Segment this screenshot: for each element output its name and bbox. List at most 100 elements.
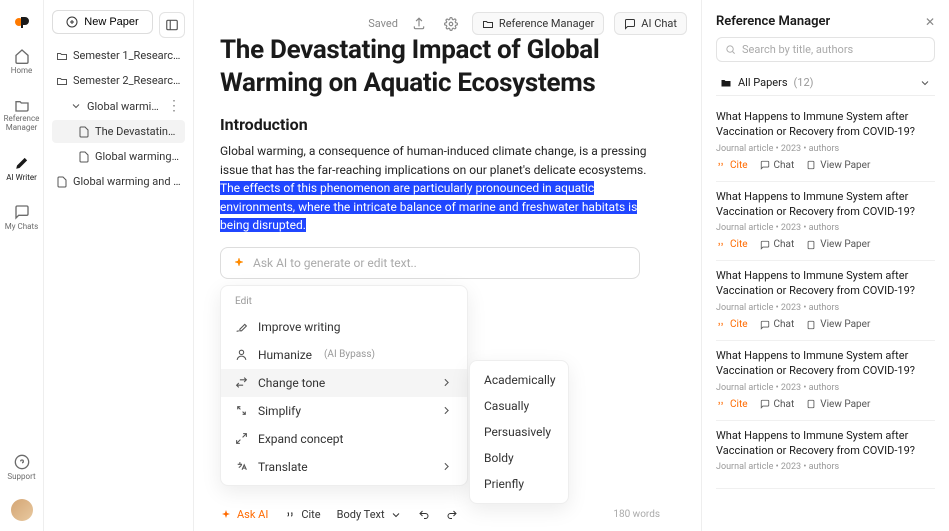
tree-folder[interactable]: Semester 2_Research... <box>52 69 185 92</box>
paragraph[interactable]: Global warming, a consequence of human-i… <box>220 142 660 235</box>
rail-support[interactable]: Support <box>0 450 43 485</box>
menu-simplify[interactable]: Simplify <box>221 397 467 425</box>
cite-button[interactable]: Cite <box>284 508 320 521</box>
ref-meta: Journal article • 2023 • authors <box>716 144 935 154</box>
menu-suffix: (AI Bypass) <box>324 349 375 360</box>
menu-section-label: Edit <box>221 296 467 313</box>
undo-button[interactable] <box>418 509 430 521</box>
settings-icon[interactable] <box>440 13 462 35</box>
tree-doc-active[interactable]: The Devastating Im... <box>52 120 185 143</box>
new-paper-label: New Paper <box>84 16 138 28</box>
more-icon[interactable]: ⋮ <box>167 99 181 113</box>
tone-option[interactable]: Boldy <box>470 445 568 471</box>
panel-title: Reference Manager <box>716 14 830 29</box>
word-count: 180 words <box>613 509 660 520</box>
document[interactable]: The Devastating Impact of Global Warming… <box>220 34 660 486</box>
reference-item[interactable]: What Happens to Immune System after Vacc… <box>716 102 935 182</box>
menu-change-tone[interactable]: Change tone <box>221 369 467 397</box>
ref-cite-button[interactable]: Cite <box>716 319 748 330</box>
tree-doc[interactable]: Global warming and... <box>52 145 185 168</box>
ref-cite-button[interactable]: Cite <box>716 239 748 250</box>
ai-chat-button[interactable]: AI Chat <box>614 12 687 35</box>
ref-view-button[interactable]: View Paper <box>806 160 870 171</box>
menu-label: Expand concept <box>258 432 343 446</box>
tree-doc[interactable]: Global warming and its... <box>52 170 185 193</box>
tree-label: The Devastating Im... <box>95 125 181 138</box>
ref-chat-button[interactable]: Chat <box>760 160 795 171</box>
ai-chat-label: AI Chat <box>641 17 677 30</box>
sidebar: New Paper Semester 1_Research p... Semes… <box>44 0 194 531</box>
menu-label: Simplify <box>258 404 301 418</box>
folder-select[interactable]: All Papers (12) <box>716 70 935 96</box>
reference-item[interactable]: What Happens to Immune System after Vacc… <box>716 182 935 262</box>
menu-expand-concept[interactable]: Expand concept <box>221 425 467 453</box>
text: Global warming, a consequence of human-i… <box>220 144 646 177</box>
ref-title: What Happens to Immune System after Vacc… <box>716 429 935 459</box>
panel-toggle-icon[interactable] <box>159 12 185 38</box>
menu-humanize[interactable]: Humanize (AI Bypass) <box>221 341 467 369</box>
ask-ai-label: Ask AI <box>237 508 268 521</box>
tone-option[interactable]: Persuasively <box>470 419 568 445</box>
rail-home[interactable]: Home <box>0 44 43 79</box>
tone-submenu: Academically Casually Persuasively Boldy… <box>469 360 569 504</box>
ref-title: What Happens to Immune System after Vacc… <box>716 110 935 140</box>
ref-meta: Journal article • 2023 • authors <box>716 383 935 393</box>
page-title[interactable]: The Devastating Impact of Global Warming… <box>220 34 660 99</box>
rail-ref-label: Reference Manager <box>0 115 43 133</box>
tone-option[interactable]: Casually <box>470 393 568 419</box>
tree-folder[interactable]: Semester 1_Research p... <box>52 44 185 67</box>
ai-edit-menu: Edit Improve writing Humanize (AI Bypass… <box>220 285 468 486</box>
ask-ai-button[interactable]: Ask AI <box>220 508 268 521</box>
avatar[interactable] <box>11 499 33 521</box>
redo-button[interactable] <box>446 509 458 521</box>
ref-chat-button[interactable]: Chat <box>760 319 795 330</box>
rail-ref-manager[interactable]: Reference Manager <box>0 93 43 137</box>
tree-folder-expanded[interactable]: Global warming and... ⋮ <box>52 94 185 118</box>
ref-view-button[interactable]: View Paper <box>806 239 870 250</box>
heading[interactable]: Introduction <box>220 115 660 134</box>
tone-option[interactable]: Academically <box>470 367 568 393</box>
ref-meta: Journal article • 2023 • authors <box>716 462 935 472</box>
rail-support-label: Support <box>7 472 35 481</box>
bottom-toolbar: Ask AI Cite Body Text 180 words <box>220 508 660 521</box>
tone-option[interactable]: Prienfly <box>470 471 568 497</box>
ref-title: What Happens to Immune System after Vacc… <box>716 269 935 299</box>
ref-chat-button[interactable]: Chat <box>760 239 795 250</box>
ref-cite-button[interactable]: Cite <box>716 399 748 410</box>
rail-writer-label: AI Writer <box>6 173 37 182</box>
reference-item[interactable]: What Happens to Immune System after Vacc… <box>716 341 935 421</box>
tree-label: Global warming and its... <box>73 175 181 188</box>
ask-ai-input[interactable]: Ask AI to generate or edit text.. <box>220 247 640 279</box>
ask-ai-placeholder: Ask AI to generate or edit text.. <box>253 256 417 270</box>
editor-main: Saved Reference Manager AI Chat The Deva… <box>194 0 701 531</box>
tree-label: Global warming and... <box>95 150 181 163</box>
search-input[interactable]: Search by title, authors <box>716 37 935 62</box>
ref-view-button[interactable]: View Paper <box>806 319 870 330</box>
menu-label: Humanize <box>258 348 312 362</box>
tree-label: Semester 2_Research... <box>73 74 181 87</box>
share-icon[interactable] <box>408 13 430 35</box>
reference-item[interactable]: What Happens to Immune System after Vacc… <box>716 421 935 490</box>
body-text-label: Body Text <box>337 508 385 521</box>
menu-translate[interactable]: Translate <box>221 453 467 481</box>
saved-status: Saved <box>368 17 398 30</box>
logo-icon <box>14 14 30 30</box>
new-paper-button[interactable]: New Paper <box>52 10 153 34</box>
selected-text: The effects of this phenomenon are parti… <box>220 181 637 232</box>
tree-label: Semester 1_Research p... <box>73 49 181 62</box>
reference-item[interactable]: What Happens to Immune System after Vacc… <box>716 261 935 341</box>
close-icon[interactable]: ✕ <box>925 15 935 29</box>
ref-view-button[interactable]: View Paper <box>806 399 870 410</box>
body-text-select[interactable]: Body Text <box>337 508 402 521</box>
ref-title: What Happens to Immune System after Vacc… <box>716 349 935 379</box>
rail-ai-writer[interactable]: AI Writer <box>0 151 43 186</box>
ref-chat-button[interactable]: Chat <box>760 399 795 410</box>
rail-my-chats[interactable]: My Chats <box>0 200 43 235</box>
menu-improve-writing[interactable]: Improve writing <box>221 313 467 341</box>
folder-label: All Papers <box>738 76 788 89</box>
ref-manager-label: Reference Manager <box>499 17 594 30</box>
reference-manager-button[interactable]: Reference Manager <box>472 12 604 35</box>
ref-cite-button[interactable]: Cite <box>716 160 748 171</box>
reference-manager-panel: Reference Manager ✕ Search by title, aut… <box>701 0 949 531</box>
ref-meta: Journal article • 2023 • authors <box>716 223 935 233</box>
